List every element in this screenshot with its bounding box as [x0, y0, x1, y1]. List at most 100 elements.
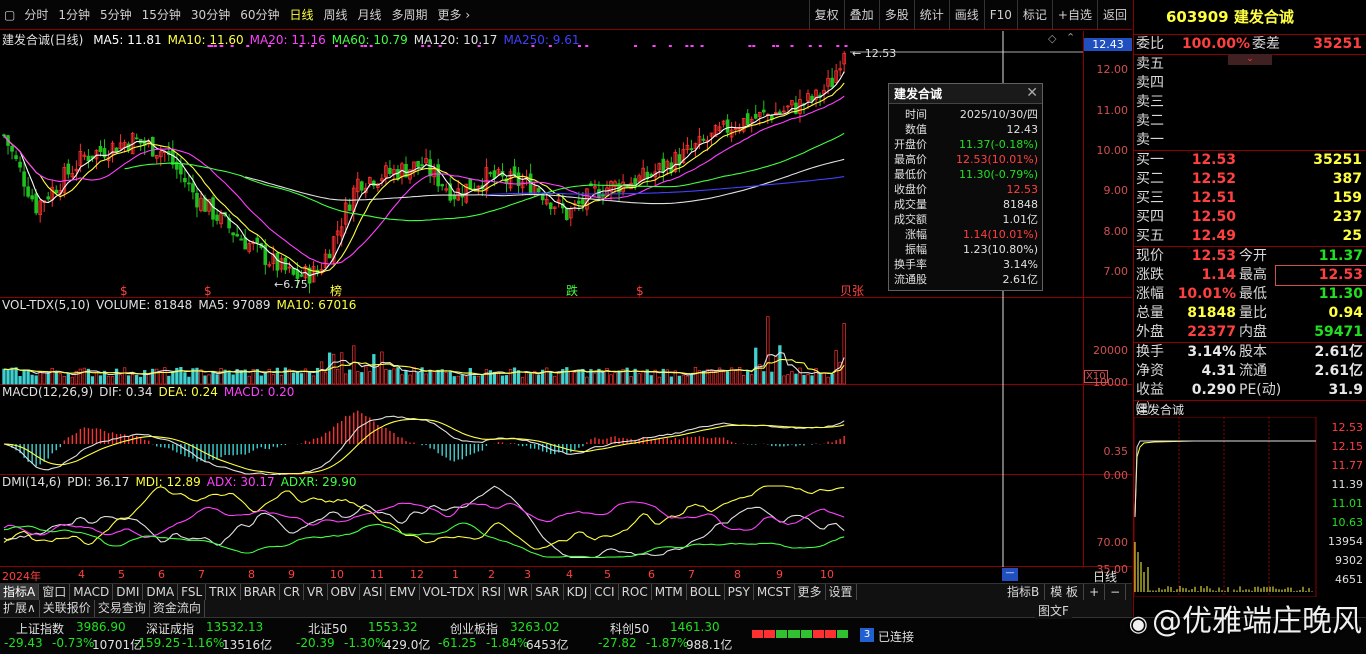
indicator-tab[interactable]: RSI: [479, 584, 506, 600]
indicator-tab[interactable]: SAR: [532, 584, 564, 600]
tool-button[interactable]: 返回: [1096, 0, 1132, 30]
indicator-tab[interactable]: EMV: [386, 584, 420, 600]
indicator-b-tab[interactable]: 模 板: [1045, 584, 1085, 600]
mini-y-tick: 12.53: [1331, 421, 1364, 434]
indicator-tab[interactable]: PSY: [725, 584, 754, 600]
tooltip-value: 81848: [1003, 198, 1038, 211]
stat-value: 10.01%: [1177, 286, 1236, 302]
graphic-tab[interactable]: 图文F: [1035, 602, 1072, 619]
close-icon[interactable]: ✕: [1026, 85, 1038, 101]
indicator-tab[interactable]: BOLL: [687, 584, 725, 600]
indicator-tab[interactable]: VOL-TDX: [420, 584, 479, 600]
extension-tab[interactable]: 资金流向: [150, 600, 205, 617]
indicator-tab[interactable]: VR: [304, 584, 328, 600]
event-marker[interactable]: $: [204, 284, 212, 298]
candle-body: [452, 195, 457, 200]
index-name[interactable]: 上证指数: [16, 620, 64, 637]
indicator-tab[interactable]: 指标A: [0, 584, 40, 600]
candle-body: [86, 155, 91, 162]
volume-bar: [106, 375, 111, 385]
period-tab[interactable]: 1分钟: [53, 0, 95, 30]
indicator-tab[interactable]: CR: [280, 584, 304, 600]
event-marker[interactable]: 榜: [330, 283, 342, 298]
volume-panel[interactable]: VOL-TDX(5,10) VOLUME: 81848 MA5: 97089 MA10…: [0, 298, 1132, 389]
expand-chevron-icon[interactable]: ⌄: [1228, 54, 1272, 65]
indicator-tab[interactable]: 设置: [826, 584, 857, 600]
period-tab[interactable]: 周线: [319, 0, 353, 30]
event-marker[interactable]: $: [636, 284, 644, 298]
stock-code: 603909: [1166, 8, 1229, 26]
macd-title: MACD(12,26,9): [2, 385, 94, 399]
period-tab[interactable]: 30分钟: [186, 0, 235, 30]
tool-button[interactable]: 标记: [1016, 0, 1052, 30]
candle-body: [359, 181, 364, 191]
tool-button[interactable]: 叠加: [843, 0, 879, 30]
indicator-tab[interactable]: OBV: [328, 584, 361, 600]
volume-yaxis: 20000 10000 X10: [1083, 298, 1132, 389]
volume-bar: [436, 369, 440, 385]
event-marker[interactable]: 贝张: [840, 284, 864, 298]
period-tab[interactable]: 月线: [353, 0, 387, 30]
event-marker[interactable]: 跌: [566, 283, 578, 298]
period-tab[interactable]: 日线: [284, 0, 318, 30]
tool-button[interactable]: 画线: [948, 0, 984, 30]
index-pct: -1.84%: [486, 636, 529, 650]
candle-body: [150, 136, 155, 157]
indicator-tab[interactable]: MACD: [70, 584, 114, 600]
macd-legend: MACD(12,26,9) DIF: 0.34 DEA: 0.24 MACD: 0.2…: [2, 385, 306, 399]
indicator-tab[interactable]: BRAR: [241, 584, 281, 600]
event-marker[interactable]: $: [120, 284, 128, 298]
volume-bar: [384, 369, 388, 385]
index-name[interactable]: 科创50: [610, 620, 649, 637]
period-tab[interactable]: 5分钟: [95, 0, 137, 30]
indicator-tab[interactable]: DMA: [143, 584, 179, 600]
indicator-b-tab[interactable]: 指标B: [1002, 584, 1046, 600]
volume-bar: [110, 376, 115, 385]
period-tab[interactable]: 更多 ›: [433, 0, 476, 30]
index-name[interactable]: 深证成指: [146, 620, 194, 637]
extension-tab[interactable]: 扩展∧: [0, 600, 40, 617]
indicator-tab[interactable]: DMI: [113, 584, 144, 600]
window-menu-icon[interactable]: ▢: [0, 0, 19, 30]
extension-tab[interactable]: 关联报价: [40, 600, 95, 617]
indicator-b-tab[interactable]: +: [1084, 584, 1106, 600]
tool-button[interactable]: 复权: [808, 0, 844, 30]
indicator-tab[interactable]: 窗口: [39, 584, 71, 600]
indicator-tab[interactable]: KDJ: [564, 584, 592, 600]
watermark: ◉ @优雅端庄晚风: [1128, 604, 1362, 639]
period-tab[interactable]: 60分钟: [235, 0, 284, 30]
kline-legend: 建发合诚(日线) MA5: 11.81 MA10: 11.60 MA20: 11.1…: [2, 31, 592, 48]
index-name[interactable]: 北证50: [308, 620, 347, 637]
period-tab[interactable]: 15分钟: [137, 0, 186, 30]
chart-area[interactable]: 建发合诚(日线) MA5: 11.81 MA10: 11.60 MA20: 11.1…: [0, 31, 1132, 584]
candle-body: [275, 252, 280, 271]
indicator-b-tab[interactable]: −: [1105, 584, 1127, 600]
dmi-panel[interactable]: DMI(14,6) PDI: 36.17 MDI: 12.89 ADX: 30.17 A…: [0, 475, 1132, 576]
tool-button[interactable]: 多股: [878, 0, 914, 30]
tool-button[interactable]: 统计: [913, 0, 949, 30]
volume-bar: [508, 368, 513, 385]
indicator-tab[interactable]: TRIX: [206, 584, 241, 600]
candle-body: [761, 109, 766, 113]
volume-bar: [545, 367, 549, 385]
kline-yaxis: 12.43 12.00 11.00 10.00 9.00 8.00 7.00: [1083, 31, 1132, 297]
volume-bar: [774, 356, 778, 385]
indicator-tab[interactable]: FSL: [178, 584, 207, 600]
tool-button[interactable]: F10: [983, 0, 1017, 30]
indicator-tab[interactable]: MTM: [652, 584, 687, 600]
indicator-tab[interactable]: WR: [505, 584, 533, 600]
period-tab[interactable]: 分时: [19, 0, 53, 30]
extension-tab[interactable]: 交易查询: [95, 600, 150, 617]
indicator-tab[interactable]: 更多: [795, 584, 826, 600]
macd-panel[interactable]: MACD(12,26,9) DIF: 0.34 DEA: 0.24 MACD: 0.2…: [0, 385, 1132, 482]
indicator-tab[interactable]: MCST: [754, 584, 795, 600]
tooltip-value: 3.14%: [1003, 258, 1038, 271]
indicator-tab[interactable]: CCI: [591, 584, 619, 600]
period-tab[interactable]: 多周期: [387, 0, 433, 30]
volume-bar: [460, 375, 464, 385]
indicator-tab[interactable]: ROC: [619, 584, 652, 600]
indicator-tab[interactable]: ASI: [360, 584, 387, 600]
tool-button[interactable]: +自选: [1051, 0, 1097, 30]
index-name[interactable]: 创业板指: [450, 620, 498, 637]
candle-body: [416, 160, 420, 168]
